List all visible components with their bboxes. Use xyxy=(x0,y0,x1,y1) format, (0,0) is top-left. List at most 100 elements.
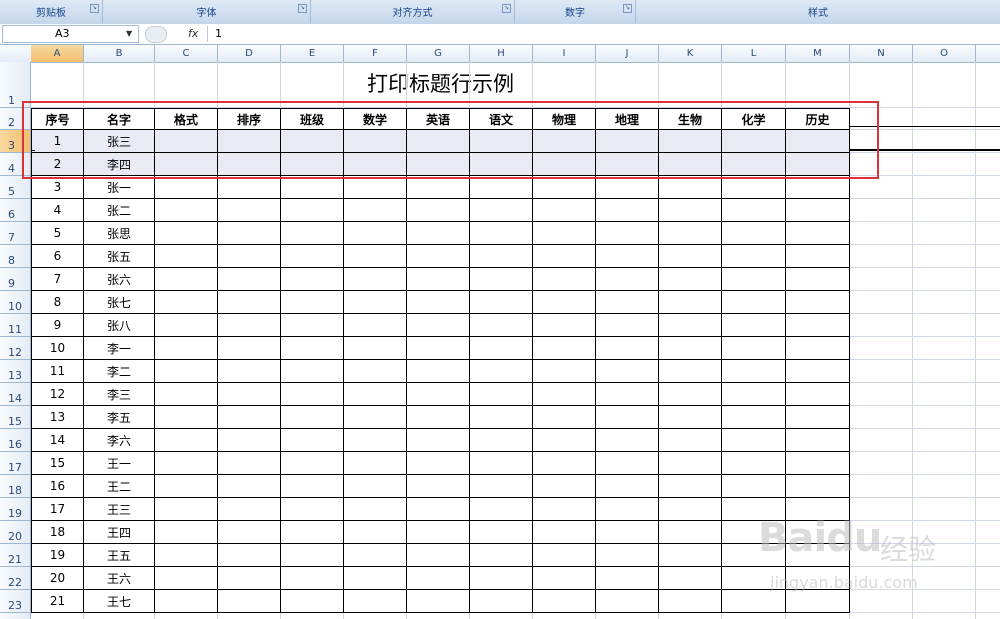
table-header-cell[interactable]: 班级 xyxy=(281,108,344,130)
row-header-21[interactable]: 21 xyxy=(0,544,30,567)
table-cell[interactable] xyxy=(344,521,407,544)
table-cell[interactable] xyxy=(596,567,659,590)
table-cell[interactable] xyxy=(470,475,533,498)
table-cell[interactable] xyxy=(344,245,407,268)
table-cell[interactable] xyxy=(786,153,850,176)
table-cell[interactable] xyxy=(155,429,218,452)
table-cell[interactable] xyxy=(155,314,218,337)
table-cell[interactable] xyxy=(407,498,470,521)
row-header-18[interactable]: 18 xyxy=(0,475,30,498)
table-cell[interactable] xyxy=(218,429,281,452)
row-header-2[interactable]: 2 xyxy=(0,108,30,130)
table-cell[interactable] xyxy=(659,406,722,429)
table-cell[interactable] xyxy=(659,590,722,613)
table-cell[interactable] xyxy=(659,383,722,406)
table-cell[interactable] xyxy=(596,314,659,337)
table-cell[interactable] xyxy=(659,544,722,567)
table-cell[interactable] xyxy=(281,567,344,590)
row-header-9[interactable]: 9 xyxy=(0,268,30,291)
table-cell[interactable] xyxy=(218,544,281,567)
table-cell[interactable] xyxy=(786,245,850,268)
table-cell[interactable] xyxy=(596,406,659,429)
row-header-4[interactable]: 4 xyxy=(0,153,30,176)
column-header-k[interactable]: K xyxy=(659,45,722,62)
table-cell[interactable] xyxy=(218,475,281,498)
ribbon-group-alignment[interactable]: 对齐方式 ↘ xyxy=(311,0,515,23)
table-cell[interactable] xyxy=(155,199,218,222)
table-cell[interactable] xyxy=(155,383,218,406)
table-cell[interactable] xyxy=(533,314,596,337)
table-header-cell[interactable]: 名字 xyxy=(84,108,155,130)
table-cell[interactable] xyxy=(533,498,596,521)
row-header-12[interactable]: 12 xyxy=(0,337,30,360)
row-header-1[interactable]: 1 xyxy=(0,62,30,108)
table-cell[interactable]: 11 xyxy=(31,360,84,383)
formula-bar-resize-handle[interactable] xyxy=(145,26,167,43)
table-cell[interactable] xyxy=(659,268,722,291)
table-header-cell[interactable]: 生物 xyxy=(659,108,722,130)
table-cell[interactable]: 13 xyxy=(31,406,84,429)
table-cell[interactable] xyxy=(659,337,722,360)
table-cell[interactable] xyxy=(596,521,659,544)
table-cell[interactable]: 15 xyxy=(31,452,84,475)
table-cell[interactable] xyxy=(407,199,470,222)
table-cell[interactable]: 张思 xyxy=(84,222,155,245)
table-header-cell[interactable]: 化学 xyxy=(722,108,786,130)
table-cell[interactable] xyxy=(218,291,281,314)
table-cell[interactable]: 张六 xyxy=(84,268,155,291)
table-cell[interactable] xyxy=(407,406,470,429)
table-cell[interactable] xyxy=(470,406,533,429)
table-cell[interactable] xyxy=(596,337,659,360)
table-cell[interactable] xyxy=(344,567,407,590)
table-cell[interactable] xyxy=(344,452,407,475)
table-cell[interactable] xyxy=(722,590,786,613)
table-cell[interactable] xyxy=(407,130,470,153)
table-cell[interactable]: 王三 xyxy=(84,498,155,521)
table-cell[interactable] xyxy=(281,314,344,337)
table-cell[interactable] xyxy=(218,268,281,291)
table-cell[interactable] xyxy=(596,360,659,383)
ribbon-group-font[interactable]: 字体 ↘ xyxy=(103,0,311,23)
table-cell[interactable] xyxy=(533,222,596,245)
table-cell[interactable] xyxy=(659,475,722,498)
table-cell[interactable] xyxy=(722,130,786,153)
table-header-cell[interactable]: 物理 xyxy=(533,108,596,130)
table-cell[interactable] xyxy=(659,199,722,222)
table-cell[interactable]: 12 xyxy=(31,383,84,406)
table-cell[interactable] xyxy=(344,153,407,176)
formula-input[interactable]: 1 xyxy=(215,25,995,42)
table-cell[interactable] xyxy=(344,406,407,429)
column-header-n[interactable]: N xyxy=(850,45,913,62)
table-cell[interactable] xyxy=(470,291,533,314)
table-cell[interactable] xyxy=(470,153,533,176)
table-cell[interactable] xyxy=(155,567,218,590)
table-cell[interactable] xyxy=(344,199,407,222)
table-cell[interactable] xyxy=(344,544,407,567)
table-cell[interactable] xyxy=(344,314,407,337)
table-cell[interactable] xyxy=(218,153,281,176)
table-cell[interactable] xyxy=(533,521,596,544)
table-cell[interactable]: 4 xyxy=(31,199,84,222)
ribbon-group-clipboard[interactable]: 剪贴板 ↘ xyxy=(0,0,103,23)
table-cell[interactable] xyxy=(786,176,850,199)
column-header-i[interactable]: I xyxy=(533,45,596,62)
table-cell[interactable] xyxy=(533,130,596,153)
table-cell[interactable]: 王六 xyxy=(84,567,155,590)
chevron-down-icon[interactable]: ▼ xyxy=(126,25,132,42)
column-header-o[interactable]: O xyxy=(913,45,976,62)
table-cell[interactable]: 李四 xyxy=(84,153,155,176)
table-cell[interactable] xyxy=(218,383,281,406)
table-cell[interactable] xyxy=(407,360,470,383)
table-cell[interactable]: 李六 xyxy=(84,429,155,452)
dialog-launcher-icon[interactable]: ↘ xyxy=(90,4,99,13)
table-cell[interactable] xyxy=(470,360,533,383)
table-cell[interactable]: 张五 xyxy=(84,245,155,268)
table-cell[interactable] xyxy=(722,452,786,475)
table-cell[interactable] xyxy=(533,406,596,429)
row-header-6[interactable]: 6 xyxy=(0,199,30,222)
table-cell[interactable] xyxy=(407,314,470,337)
table-cell[interactable] xyxy=(281,544,344,567)
table-cell[interactable] xyxy=(407,337,470,360)
table-header-cell[interactable]: 排序 xyxy=(218,108,281,130)
table-cell[interactable] xyxy=(281,337,344,360)
